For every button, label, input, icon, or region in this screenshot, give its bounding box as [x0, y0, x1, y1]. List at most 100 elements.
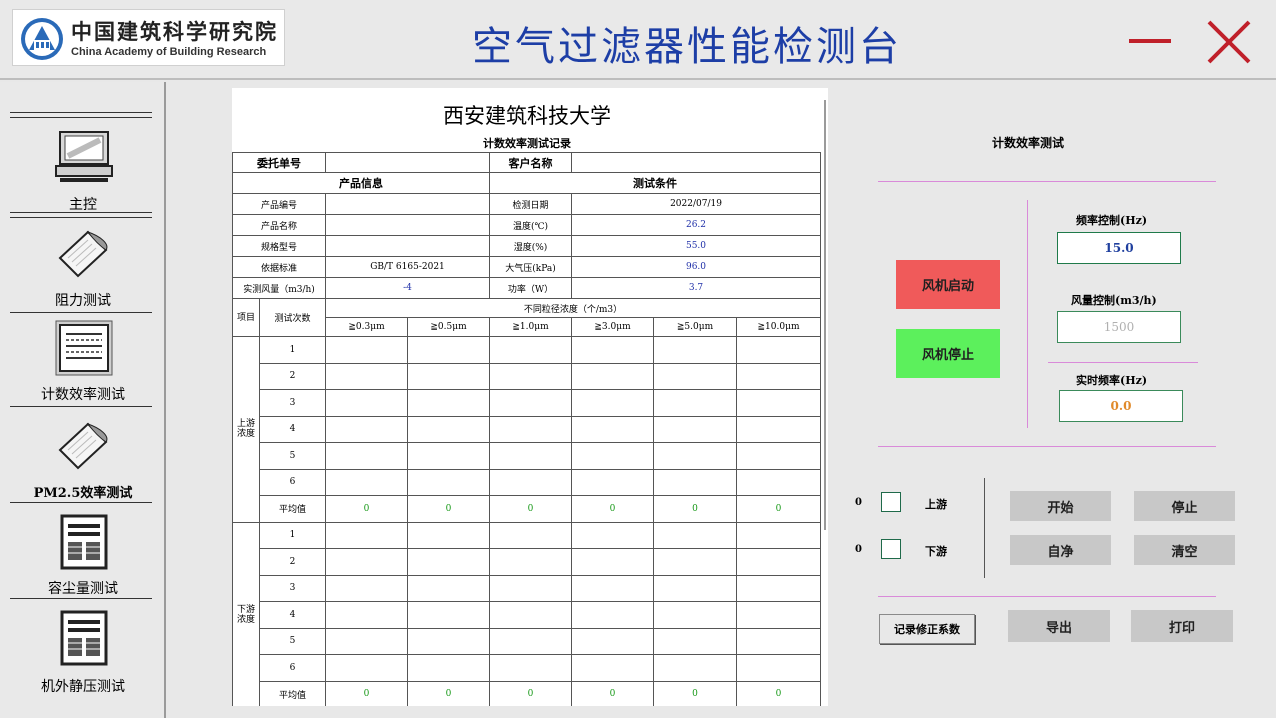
- export-button[interactable]: 导出: [1008, 610, 1110, 642]
- sidebar-item-count-efficiency-test[interactable]: 计数效率测试: [0, 318, 166, 412]
- client-no-label: 委托单号: [232, 152, 326, 173]
- measurement-cell: [653, 415, 737, 443]
- upstream-checkbox[interactable]: [881, 492, 901, 512]
- run-number: 1: [259, 336, 326, 364]
- sidebar-item-label: 主控: [69, 197, 97, 213]
- run-number: 1: [259, 521, 326, 549]
- print-button[interactable]: 打印: [1131, 610, 1233, 642]
- start-button[interactable]: 开始: [1010, 491, 1111, 521]
- sidebar-item-dust-capacity-test[interactable]: 容尘量测试: [0, 510, 166, 604]
- record-correction-factor-button[interactable]: 记录修正系数: [879, 614, 975, 644]
- report-icon: [55, 320, 113, 376]
- info-label: 产品编号: [232, 193, 326, 215]
- average-value: 0: [571, 680, 654, 706]
- measurement-cell: [407, 415, 490, 443]
- test-count-header: 测试次数: [259, 298, 326, 337]
- condition-value: 3.7: [570, 277, 822, 299]
- measurement-cell: [407, 468, 490, 496]
- measurement-cell: [571, 574, 654, 602]
- measurement-cell: [735, 574, 822, 602]
- divider: [878, 596, 1216, 597]
- stop-button[interactable]: 停止: [1134, 491, 1235, 521]
- measurement-cell: [407, 574, 490, 602]
- info-value: [325, 193, 490, 215]
- clear-button[interactable]: 清空: [1134, 535, 1235, 565]
- measurement-cell: [735, 336, 822, 364]
- sidebar-divider: [10, 217, 152, 218]
- measurement-cell: [325, 574, 408, 602]
- computer-icon: [55, 131, 113, 182]
- sidebar-item-label: 阻力测试: [55, 293, 111, 309]
- upstream-concentration-label: 上游浓度: [232, 336, 260, 523]
- sidebar-divider: [10, 312, 152, 313]
- measurement-cell: [571, 548, 654, 576]
- measurement-cell: [735, 654, 822, 682]
- panel-title: 计数效率测试: [992, 136, 1065, 150]
- info-label: 规格型号: [232, 235, 326, 257]
- measurement-cell: [653, 521, 737, 549]
- sidebar-item-main-control[interactable]: 主控: [0, 126, 166, 220]
- average-value: 0: [407, 680, 490, 706]
- measurement-cell: [325, 362, 408, 390]
- run-number: 6: [259, 468, 326, 496]
- measurement-cell: [325, 442, 408, 470]
- info-value: [325, 235, 490, 257]
- downstream-count: 0: [855, 544, 862, 555]
- document-curl-icon: [58, 230, 108, 278]
- measurement-cell: [325, 336, 408, 364]
- condition-value: 55.0: [570, 235, 822, 257]
- logo: 中国建筑科学研究院 China Academy of Building Rese…: [12, 9, 285, 66]
- condition-label: 湿度(%): [489, 235, 572, 257]
- sidebar-item-resistance-test[interactable]: 阻力测试: [0, 222, 166, 316]
- measurement-cell: [407, 548, 490, 576]
- measurement-cell: [653, 389, 737, 417]
- average-value: 0: [325, 680, 408, 706]
- measurement-cell: [735, 362, 822, 390]
- newspaper-icon: [60, 514, 108, 570]
- measurement-cell: [653, 627, 737, 655]
- sidebar-divider: [10, 598, 152, 599]
- measurement-cell: [653, 362, 737, 390]
- measurement-cell: [735, 468, 822, 496]
- sidebar-item-external-static-pressure-test[interactable]: 机外静压测试: [0, 606, 166, 700]
- measurement-cell: [653, 574, 737, 602]
- info-label: 依据标准: [232, 256, 326, 278]
- info-value: [325, 214, 490, 236]
- measurement-cell: [489, 415, 572, 443]
- info-value: GB/T 6165-2021: [325, 256, 490, 278]
- particle-size-column: ≧3.0μm: [571, 317, 654, 337]
- fan-start-button[interactable]: 风机启动: [896, 260, 1000, 309]
- measurement-cell: [653, 654, 737, 682]
- customer-label: 客户名称: [489, 152, 572, 173]
- report-scrollbar[interactable]: [824, 100, 826, 530]
- measurement-cell: [325, 521, 408, 549]
- measurement-cell: [571, 442, 654, 470]
- condition-value: 26.2: [570, 214, 822, 236]
- downstream-checkbox[interactable]: [881, 539, 901, 559]
- particle-size-column: ≧5.0μm: [653, 317, 737, 337]
- average-value: 0: [653, 680, 737, 706]
- average-value: 0: [489, 495, 572, 523]
- run-number: 3: [259, 389, 326, 417]
- minimize-icon[interactable]: [1125, 18, 1175, 64]
- report-title: 西安建筑科技大学: [443, 104, 611, 128]
- measurement-cell: [735, 442, 822, 470]
- fan-stop-button[interactable]: 风机停止: [896, 329, 1000, 378]
- report-subtitle: 计数效率测试记录: [483, 137, 571, 150]
- measurement-cell: [407, 362, 490, 390]
- measurement-cell: [571, 336, 654, 364]
- average-value: 0: [735, 680, 822, 706]
- self-clean-button[interactable]: 自净: [1010, 535, 1111, 565]
- sidebar-item-pm25-efficiency-test[interactable]: PM2.5效率测试: [0, 414, 166, 508]
- close-icon[interactable]: [1205, 18, 1253, 66]
- measurement-cell: [489, 468, 572, 496]
- frequency-control-input[interactable]: 15.0: [1057, 232, 1181, 264]
- measurement-cell: [489, 654, 572, 682]
- downstream-concentration-label: 下游浓度: [232, 521, 260, 706]
- newspaper-icon: [60, 610, 108, 666]
- app-title: 空气过滤器性能检测台: [472, 24, 902, 70]
- measurement-cell: [489, 601, 572, 629]
- airflow-control-input[interactable]: 1500: [1057, 311, 1181, 343]
- measurement-cell: [325, 601, 408, 629]
- logo-emblem-icon: [21, 18, 63, 60]
